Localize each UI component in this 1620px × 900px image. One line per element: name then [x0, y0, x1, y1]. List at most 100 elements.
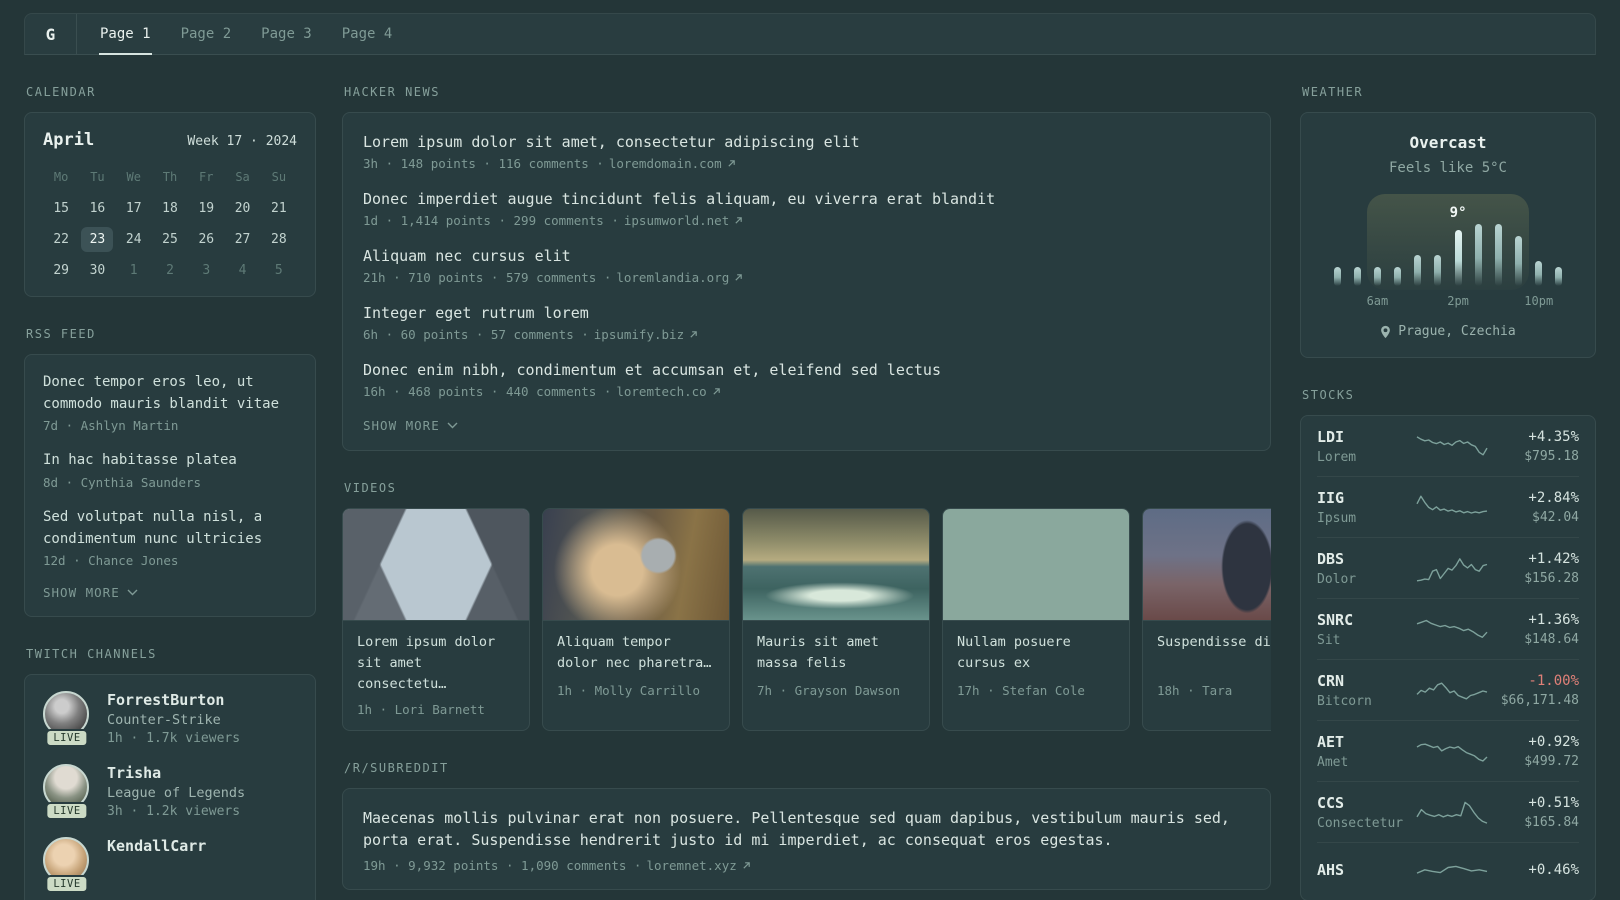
- stock-row[interactable]: CCS Consectetur +0.51% $165.84: [1317, 782, 1579, 843]
- external-link-icon: [735, 274, 743, 281]
- subreddit-post-domain[interactable]: loremnet.xyz: [646, 858, 736, 873]
- tab-page-1[interactable]: Page 1: [85, 14, 166, 55]
- app-logo: G: [25, 14, 77, 54]
- twitch-channel-game: Counter-Strike: [107, 712, 221, 729]
- hackernews-heading: HACKER NEWS: [344, 85, 440, 99]
- stock-change: +2.84%: [1528, 490, 1579, 506]
- video-title: Suspendisse diam: [1157, 634, 1271, 650]
- stock-row[interactable]: DBS Dolor +1.42% $156.28: [1317, 538, 1579, 599]
- twitch-channel-name: ForrestBurton: [107, 691, 225, 710]
- hn-story-domain[interactable]: loremlandia.org: [616, 270, 729, 285]
- video-card[interactable]: Lorem ipsum dolor sit amet consectetu… 1…: [342, 508, 530, 731]
- video-card[interactable]: Aliquam tempor dolor nec pharetra… 1h · …: [542, 508, 730, 731]
- hn-story[interactable]: Donec enim nibh, condimentum et accumsan…: [363, 361, 1250, 399]
- rss-item-title: In hac habitasse platea: [43, 452, 237, 469]
- calendar-day[interactable]: 20: [224, 196, 260, 221]
- hn-story-domain[interactable]: loremdomain.com: [609, 156, 722, 171]
- twitch-channel[interactable]: LIVE KendallCarr: [43, 837, 297, 894]
- calendar-day[interactable]: 30: [79, 258, 115, 283]
- calendar-day[interactable]: 26: [188, 227, 224, 252]
- calendar-day-name: Sa: [235, 170, 250, 184]
- stock-name: Sit: [1317, 633, 1341, 648]
- stock-row[interactable]: AET Amet +0.92% $499.72: [1317, 721, 1579, 782]
- calendar-day-name: Fr: [199, 170, 214, 184]
- hn-story-domain[interactable]: loremtech.co: [616, 384, 706, 399]
- calendar-day[interactable]: 22: [43, 227, 79, 252]
- weather-temp-bar: [1394, 267, 1402, 286]
- calendar-day[interactable]: 16: [79, 196, 115, 221]
- hn-story-title: Integer eget rutrum lorem: [363, 304, 589, 322]
- hn-story-stats: 21h · 710 points · 579 comments ·: [363, 270, 612, 285]
- calendar-day[interactable]: 1: [116, 258, 152, 283]
- calendar-day[interactable]: 15: [43, 196, 79, 221]
- weather-condition: Overcast: [1409, 133, 1487, 152]
- hn-story-domain[interactable]: ipsumify.biz: [594, 327, 684, 342]
- rss-show-more-button[interactable]: SHOW MORE: [43, 585, 138, 600]
- rss-item[interactable]: Sed volutpat nulla nisl, a condimentum n…: [43, 507, 297, 568]
- hn-story[interactable]: Lorem ipsum dolor sit amet, consectetur …: [363, 133, 1250, 171]
- hn-story-domain[interactable]: ipsumworld.net: [624, 213, 729, 228]
- stock-row[interactable]: SNRC Sit +1.36% $148.64: [1317, 599, 1579, 660]
- live-badge: LIVE: [45, 802, 89, 821]
- calendar-day[interactable]: 18: [152, 196, 188, 221]
- stock-name: Bitcorn: [1317, 694, 1372, 709]
- calendar-day[interactable]: 27: [224, 227, 260, 252]
- calendar-grid: Mo Tu We Th Fr Sa Su 15 16 17 18 19 20 21 22 23 24 25 26 27…: [43, 165, 297, 283]
- calendar-day[interactable]: 2: [152, 258, 188, 283]
- calendar-day[interactable]: 21: [261, 196, 297, 221]
- hn-story-stats: 1d · 1,414 points · 299 comments ·: [363, 213, 619, 228]
- chevron-down-icon: [447, 422, 458, 429]
- calendar-day[interactable]: 19: [188, 196, 224, 221]
- subreddit-section: /R/SUBREDDIT Maecenas mollis pulvinar er…: [342, 761, 1271, 890]
- calendar-day[interactable]: 25: [152, 227, 188, 252]
- calendar-day[interactable]: 5: [261, 258, 297, 283]
- external-link-icon: [743, 861, 750, 869]
- weather-temp-bar: [1454, 230, 1462, 286]
- stock-ticker: AHS: [1317, 861, 1345, 879]
- calendar-day[interactable]: 29: [43, 258, 79, 283]
- twitch-heading: TWITCH CHANNELS: [26, 647, 157, 662]
- hn-story-meta: 1d · 1,414 points · 299 comments · ipsum…: [363, 213, 1250, 228]
- calendar-day[interactable]: 28: [261, 227, 297, 252]
- weather-temp-bar: [1373, 267, 1381, 286]
- video-card[interactable]: Nullam posuere cursus ex 17h · Stefan Co…: [942, 508, 1130, 731]
- calendar-day[interactable]: 3: [188, 258, 224, 283]
- video-thumbnail: [543, 509, 729, 621]
- twitch-section: TWITCH CHANNELS LIVE ForrestBurton Count…: [24, 647, 316, 900]
- calendar-day-name: Mo: [53, 170, 69, 184]
- rss-item-meta: 12d · Chance Jones: [43, 553, 179, 569]
- subreddit-post-text[interactable]: Maecenas mollis pulvinar erat non posuer…: [363, 807, 1250, 852]
- calendar-day-name: We: [126, 170, 141, 184]
- stock-row[interactable]: AHS +0.46%: [1317, 843, 1579, 900]
- hn-story[interactable]: Integer eget rutrum lorem 6h · 60 points…: [363, 304, 1250, 342]
- video-card[interactable]: Mauris sit amet massa felis 7h · Grayson…: [742, 508, 930, 731]
- calendar-day[interactable]: 4: [224, 258, 260, 283]
- tab-page-3[interactable]: Page 3: [246, 14, 327, 54]
- right-column: WEATHER Overcast Feels like 5°C 9° 6am 2p…: [1300, 85, 1596, 900]
- weather-bar-slot: [1388, 196, 1408, 286]
- stock-row[interactable]: LDI Lorem +4.35% $795.18: [1317, 416, 1579, 477]
- hn-story[interactable]: Donec imperdiet augue tincidunt felis al…: [363, 190, 1250, 228]
- hn-story[interactable]: Aliquam nec cursus elit 21h · 710 points…: [363, 247, 1250, 285]
- calendar-day[interactable]: 23: [79, 227, 115, 252]
- hn-show-more-button[interactable]: SHOW MORE: [363, 418, 458, 433]
- twitch-channel-name: KendallCarr: [107, 837, 207, 856]
- weather-bar-slot: 9°: [1448, 196, 1468, 286]
- calendar-day[interactable]: 24: [116, 227, 152, 252]
- stock-row[interactable]: IIG Ipsum +2.84% $42.04: [1317, 477, 1579, 538]
- video-row: Lorem ipsum dolor sit amet consectetu… 1…: [342, 508, 1271, 731]
- stocks-heading: STOCKS: [1302, 388, 1355, 402]
- rss-item[interactable]: Donec tempor eros leo, ut commodo mauris…: [43, 372, 297, 433]
- rss-item[interactable]: In hac habitasse platea 8d · Cynthia Sau…: [43, 450, 297, 490]
- video-card[interactable]: Suspendisse diam 18h · Tara: [1142, 508, 1271, 731]
- calendar-day[interactable]: 17: [116, 196, 152, 221]
- stock-row[interactable]: CRN Bitcorn -1.00% $66,171.48: [1317, 660, 1579, 721]
- tab-page-4[interactable]: Page 4: [327, 14, 408, 54]
- twitch-channel[interactable]: LIVE ForrestBurton Counter-Strike 1h · 1…: [43, 691, 297, 748]
- rss-heading: RSS FEED: [26, 327, 96, 341]
- twitch-channel[interactable]: LIVE Trisha League of Legends 3h · 1.2k …: [43, 764, 297, 821]
- tab-page-2[interactable]: Page 2: [166, 14, 247, 54]
- stock-name: Lorem: [1317, 450, 1357, 465]
- video-title: Nullam posuere cursus ex: [957, 634, 1071, 671]
- video-thumbnail: [1143, 509, 1271, 621]
